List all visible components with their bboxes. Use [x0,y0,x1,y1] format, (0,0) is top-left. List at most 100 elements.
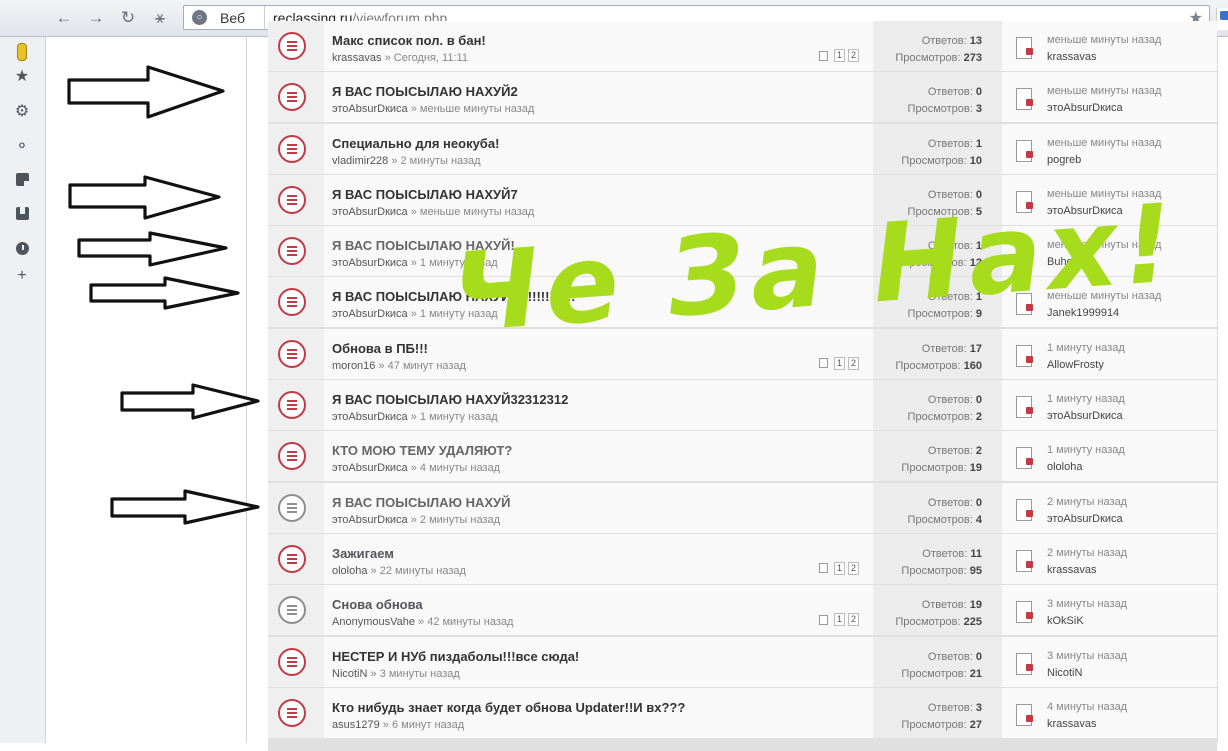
share-icon[interactable]: ⚬ [11,135,33,157]
add-panel-plus-icon[interactable]: + [11,265,33,287]
topic-icon-cell [268,328,324,379]
topic-main-cell: Зажигаем ololoha » 22 минуты назад 12 [324,533,873,584]
history-clock-icon[interactable] [11,237,33,259]
topic-meta: этоAbsurDкиса » 1 минуту назад [332,308,498,320]
last-post-user-link[interactable]: pogreb [1047,154,1081,166]
topic-author-link[interactable]: ololoha [332,565,367,577]
last-post-icon[interactable] [1016,498,1033,521]
topic-title-link[interactable]: Кто нибудь знает когда будет обнова Upda… [332,700,685,715]
last-post-user-link[interactable]: BuhoY [1047,256,1080,268]
topic-time: » 1 минуту назад [410,308,498,321]
views-count: 9 [975,308,982,321]
topic-author-link[interactable]: AnonymousVahe [332,616,415,628]
last-post-user-link[interactable]: этоAbsurDкиса [1047,102,1123,114]
topic-title-link[interactable]: Обнова в ПБ!!! [332,341,428,356]
topic-main-cell: Я ВАС ПОЫСЫЛАЮ НАХУЙ2 этоAbsurDкиса » ме… [324,72,873,123]
notes-icon[interactable] [11,168,33,190]
topic-author-link[interactable]: этоAbsurDкиса [332,103,408,115]
last-post-user-link[interactable]: AllowFrosty [1047,359,1104,371]
last-post-icon[interactable] [1016,344,1033,367]
topic-title-link[interactable]: Я ВАС ПОЫСЫЛАЮ НАХУЙ32312312 [332,392,568,407]
views-stat: Просмотров: 5 [908,206,982,218]
replies-stat: Ответов: 0 [928,651,982,663]
last-post-user-link[interactable]: NicotiN [1047,667,1082,679]
topic-title-link[interactable]: Я ВАС ПОЫСЫЛАЮ НАХУЙ!!!!!!!!!!!!!!! [332,289,575,304]
last-post-user-link[interactable]: krassavas [1047,564,1097,576]
last-post-user-link[interactable]: krassavas [1047,718,1097,730]
page-link[interactable]: 2 [848,356,860,370]
views-count: 160 [963,359,982,372]
topic-author-link[interactable]: этоAbsurDкиса [332,462,408,474]
topic-title-link[interactable]: Макс список пол. в бан! [332,33,486,48]
topic-time: » 42 минуты назад [418,616,514,629]
panel-toggle-icon[interactable] [11,41,33,63]
topic-icon-cell [268,533,324,584]
topic-title-link[interactable]: Снова обнова [332,597,423,612]
search-mode-label[interactable]: Веб [220,10,245,26]
page-scrollbar[interactable] [1217,37,1228,743]
topic-author-link[interactable]: asus1279 [332,719,380,731]
last-post-user-link[interactable]: krassavas [1047,51,1097,63]
last-post-cell: меньше минуты назад Janek1999914 [1002,277,1217,328]
forward-arrow-icon[interactable]: → [84,6,108,30]
topic-author-link[interactable]: этоAbsurDкиса [332,308,408,320]
last-post-user-link[interactable]: Janek1999914 [1047,307,1119,319]
topic-author-link[interactable]: этоAbsurDкиса [332,257,408,269]
topic-title-link[interactable]: Я ВАС ПОЫСЫЛАЮ НАХУЙ2 [332,84,518,99]
topic-meta: ololoha » 22 минуты назад [332,565,466,577]
topic-title-link[interactable]: НЕСТЕР И НУб пиздаболы!!!все сюда! [332,649,579,664]
topic-author-link[interactable]: этоAbsurDкиса [332,514,408,526]
topic-title-link[interactable]: Я ВАС ПОЫСЫЛАЮ НАХУЙ7 [332,187,518,202]
page-link[interactable]: 1 [834,49,846,62]
last-post-icon[interactable] [1016,139,1033,162]
last-post-user-link[interactable]: этоAbsurDкиса [1047,513,1123,525]
page-link[interactable]: 2 [848,613,860,627]
downloads-icon[interactable] [11,202,33,224]
topic-title-link[interactable]: КТО МОЮ ТЕМУ УДАЛЯЮТ? [332,443,512,458]
last-post-icon[interactable] [1016,652,1033,675]
page-link[interactable]: 1 [834,613,846,627]
last-post-time: 2 минуты назад [1047,495,1128,508]
last-post-user-link[interactable]: этоAbsurDкиса [1047,205,1123,217]
last-post-time: 2 минуты назад [1047,546,1128,559]
topic-title-link[interactable]: Специально для неокуба! [332,136,499,151]
settings-gear-icon[interactable]: ⚙ [11,100,33,122]
key-icon[interactable]: ⚹ [148,6,172,30]
last-post-icon[interactable] [1016,37,1033,59]
last-post-user-link[interactable]: kOkSiK [1047,615,1084,627]
last-post-icon[interactable] [1016,601,1033,624]
last-post-user-link[interactable]: ololoha [1047,461,1082,473]
back-arrow-icon[interactable]: ← [52,6,76,30]
topic-row: Я ВАС ПОЫСЫЛАЮ НАХУЙ!!!!!!!!!!!!!!! этоA… [268,277,1217,328]
topic-main-cell: Специально для неокуба! vladimir228 » 2 … [324,123,873,174]
page-link[interactable]: 1 [834,561,846,575]
last-post-icon[interactable] [1016,447,1033,470]
views-label: Просмотров: [895,616,961,629]
bookmarks-star-icon[interactable]: ★ [11,65,33,87]
last-post-icon[interactable] [1016,293,1033,316]
topic-title-link[interactable]: Зажигаем [332,546,394,561]
topic-title-link[interactable]: Я ВАС ПОЫСЫЛАЮ НАХУЙ! [332,238,515,253]
last-post-time: меньше минуты назад [1047,290,1162,303]
topic-author-link[interactable]: vladimir228 [332,155,388,167]
topic-author-link[interactable]: этоAbsurDкиса [332,206,408,218]
reload-icon[interactable]: ↻ [116,6,140,30]
topic-time: » Сегодня, 11:11 [384,52,468,64]
topic-author-link[interactable]: NicotiN [332,668,367,680]
last-post-icon[interactable] [1016,88,1033,111]
last-post-icon[interactable] [1016,703,1033,726]
last-post-icon[interactable] [1016,396,1033,419]
page-link[interactable]: 2 [848,561,860,575]
page-link[interactable]: 1 [834,356,846,370]
last-post-user-link[interactable]: этоAbsurDкиса [1047,410,1123,422]
topic-title-link[interactable]: Я ВАС ПОЫСЫЛАЮ НАХУЙ [332,495,510,510]
page-link[interactable]: 2 [848,49,860,62]
extension-icon[interactable] [1216,8,1228,30]
topic-main-cell: Я ВАС ПОЫСЫЛАЮ НАХУЙ! этоAbsurDкиса » 1 … [324,226,873,277]
last-post-icon[interactable] [1016,549,1033,572]
last-post-icon[interactable] [1016,242,1033,265]
last-post-icon[interactable] [1016,190,1033,213]
topic-author-link[interactable]: krassavas [332,52,382,64]
topic-author-link[interactable]: moron16 [332,360,375,372]
topic-author-link[interactable]: этоAbsurDкиса [332,411,408,423]
